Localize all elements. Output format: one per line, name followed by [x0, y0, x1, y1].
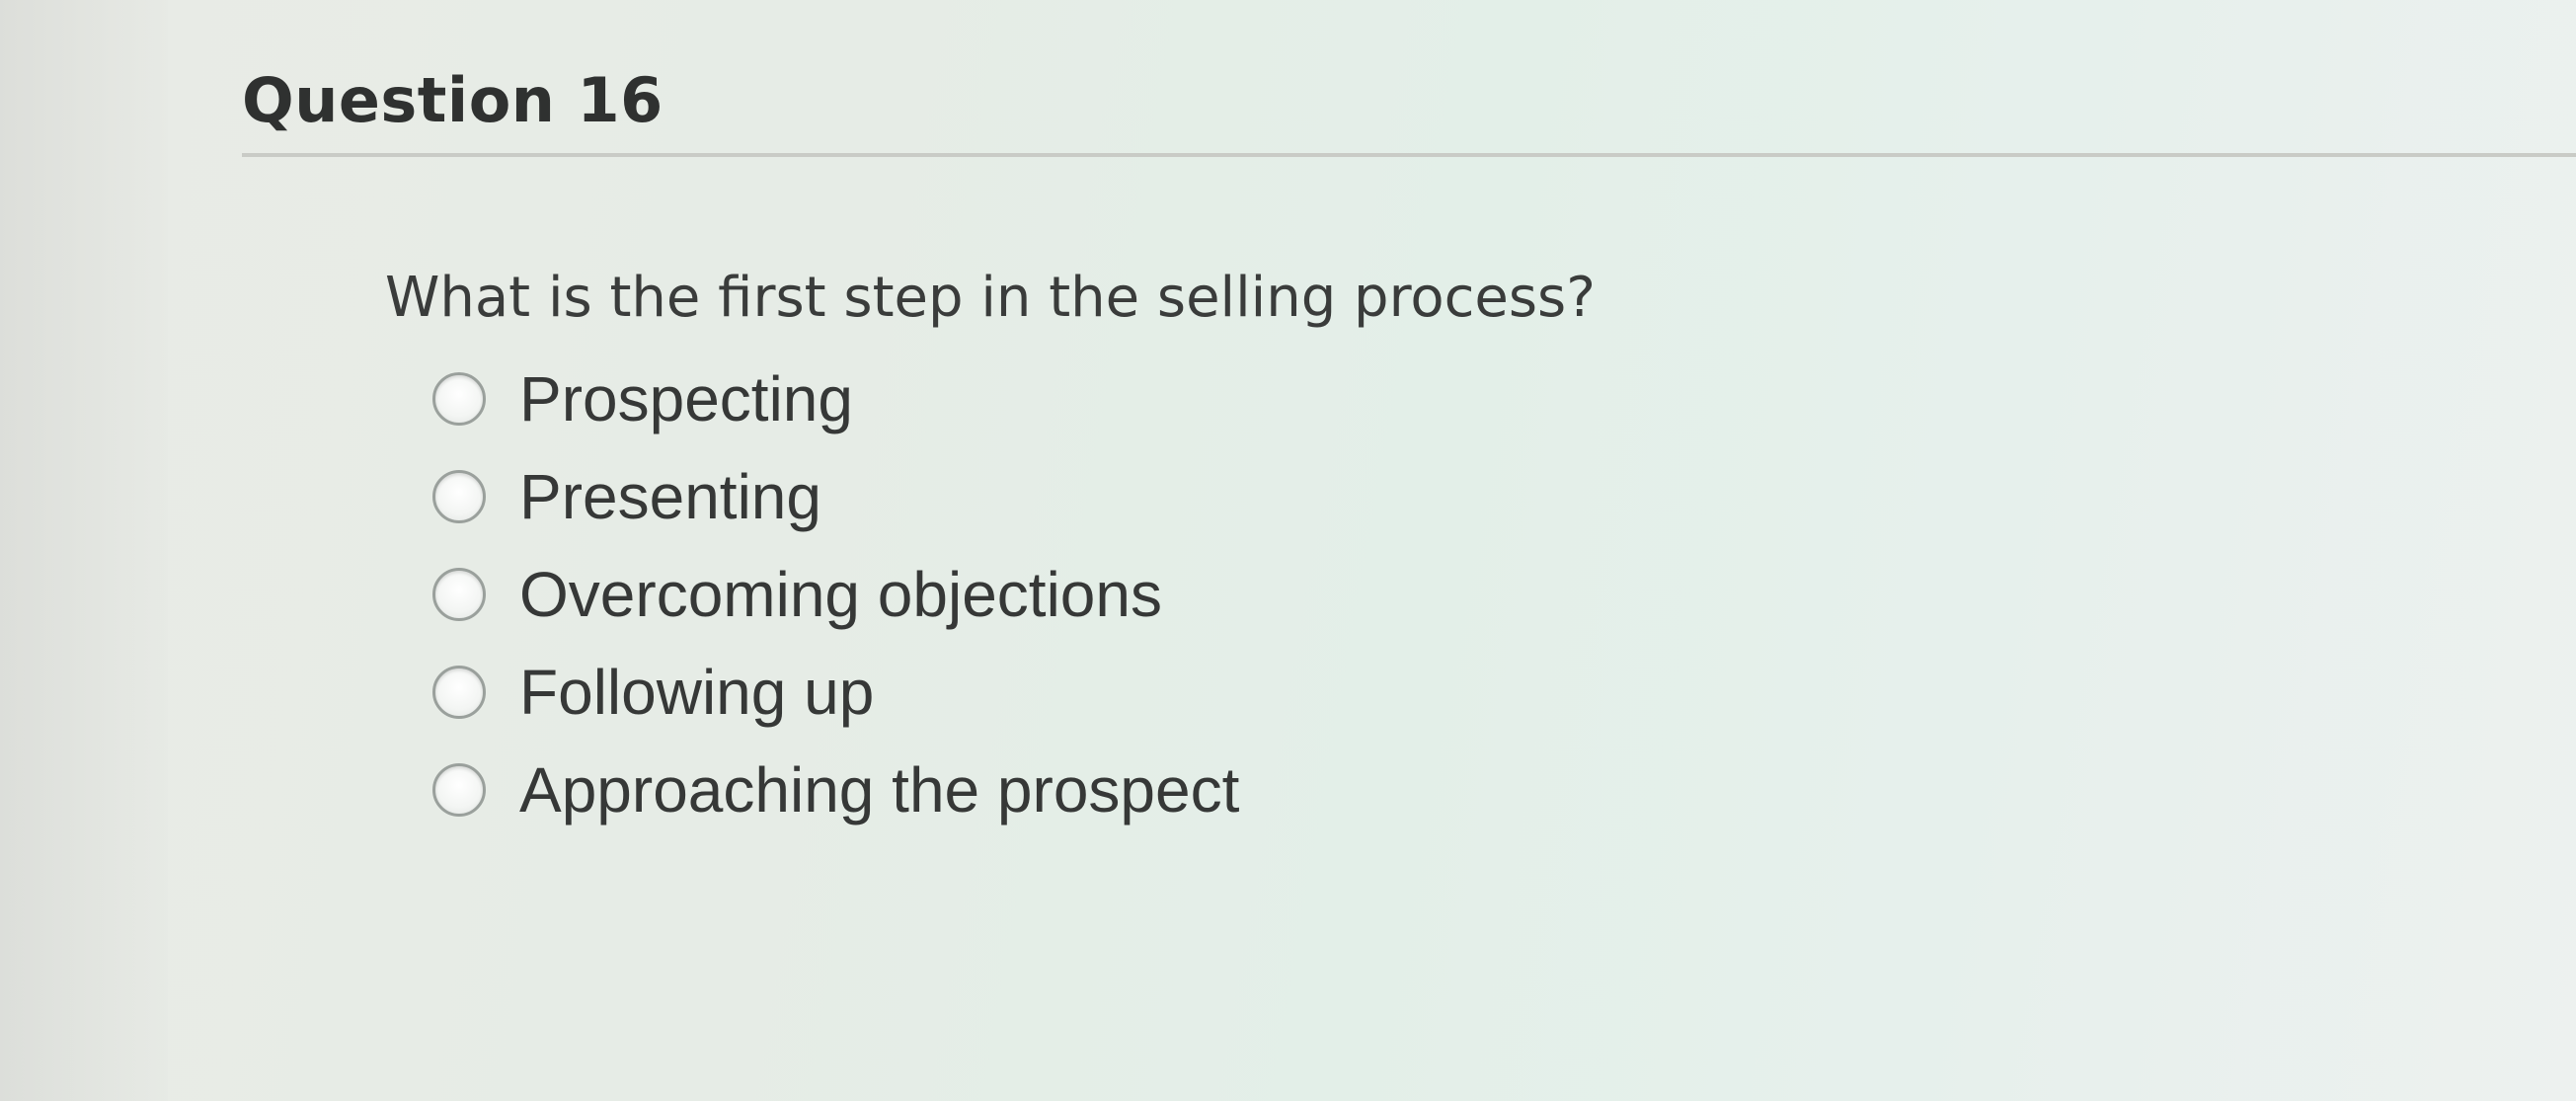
radio-button[interactable] — [432, 665, 486, 719]
answer-label[interactable]: Presenting — [519, 465, 821, 528]
question-title: Question 16 — [242, 64, 664, 136]
question-header: Question 16 — [242, 54, 2576, 157]
radio-button[interactable] — [432, 762, 486, 817]
answer-label[interactable]: Overcoming objections — [519, 563, 1162, 626]
radio-button[interactable] — [432, 371, 486, 426]
answer-option-prospecting[interactable]: Prospecting — [432, 350, 1596, 447]
answer-label[interactable]: Following up — [519, 661, 874, 724]
radio-button[interactable] — [432, 567, 486, 621]
question-body: What is the first step in the selling pr… — [385, 259, 1596, 838]
answer-option-overcoming-objections[interactable]: Overcoming objections — [432, 545, 1596, 643]
answer-label[interactable]: Prospecting — [519, 367, 853, 431]
answer-label[interactable]: Approaching the prospect — [519, 758, 1239, 822]
answer-option-approaching-the-prospect[interactable]: Approaching the prospect — [432, 741, 1596, 838]
radio-button[interactable] — [432, 469, 486, 523]
answer-list: Prospecting Presenting Overcoming object… — [385, 350, 1596, 838]
question-prompt: What is the first step in the selling pr… — [385, 266, 1596, 330]
question-panel: Question 16 What is the first step in th… — [0, 0, 2576, 1101]
answer-option-presenting[interactable]: Presenting — [432, 447, 1596, 545]
answer-option-following-up[interactable]: Following up — [432, 643, 1596, 741]
